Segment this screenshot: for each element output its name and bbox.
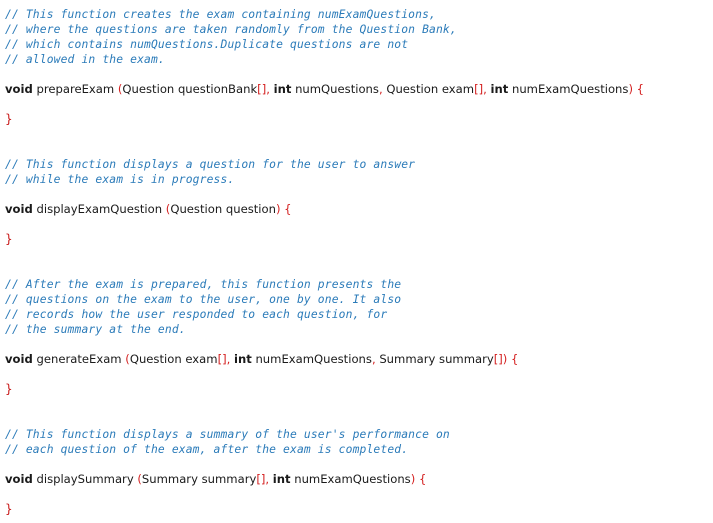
comment-line: // each question of the exam, after the … <box>5 443 409 456</box>
comment-line: // questions on the exam to the user, on… <box>5 293 402 306</box>
param-name: question <box>225 202 276 216</box>
array-brackets: [] <box>257 82 267 96</box>
function-signature: void generateExam (Question exam[], int … <box>5 352 713 367</box>
function-name: generateExam <box>36 352 122 366</box>
comma: , <box>226 352 231 366</box>
param-name: exam <box>441 82 475 96</box>
array-brackets: [] <box>493 352 503 366</box>
param-name: numExamQuestions <box>294 472 411 486</box>
function-signature: void displayExamQuestion (Question quest… <box>5 202 713 217</box>
open-brace: { <box>418 472 427 486</box>
function-signature: void prepareExam (Question questionBank[… <box>5 82 713 97</box>
comma: , <box>483 82 487 96</box>
function-name: prepareExam <box>36 82 115 96</box>
return-type-keyword: void <box>5 202 33 216</box>
comma: , <box>378 82 383 96</box>
closing-brace-line: } <box>5 112 713 127</box>
param-name: exam <box>185 352 218 366</box>
comma: , <box>371 352 376 366</box>
function-block-prepareExam: // This function creates the exam contai… <box>5 7 713 127</box>
open-brace: { <box>511 352 519 366</box>
param-name: questionBank <box>177 82 258 96</box>
close-brace: } <box>5 382 13 396</box>
param-type: Question <box>122 82 175 96</box>
return-type-keyword: void <box>5 82 33 96</box>
comment-line: // This function displays a question for… <box>5 158 416 171</box>
return-type-keyword: void <box>5 472 33 486</box>
comment-line: // allowed in the exam. <box>5 53 165 66</box>
close-paren: ) <box>275 202 281 216</box>
param-name: numExamQuestions <box>255 352 372 366</box>
param-type: int <box>272 472 291 486</box>
param-type: Summary <box>379 352 436 366</box>
function-block-displaySummary: // This function displays a summary of t… <box>5 427 713 517</box>
function-block-displayExamQuestion: // This function displays a question for… <box>5 157 713 247</box>
function-name: displaySummary <box>36 472 134 486</box>
close-brace: } <box>5 232 13 246</box>
close-brace: } <box>5 112 13 126</box>
param-type: int <box>233 352 252 366</box>
param-name: numExamQuestions <box>511 82 629 96</box>
comment-line: // where the questions are taken randoml… <box>5 23 457 36</box>
param-type: Question <box>386 82 439 96</box>
array-brackets: [] <box>217 352 227 366</box>
comment-line: // This function creates the exam contai… <box>5 8 436 21</box>
comma: , <box>266 82 270 96</box>
param-type: int <box>273 82 292 96</box>
param-type: Question <box>170 202 223 216</box>
close-brace: } <box>5 502 13 516</box>
closing-brace-line: } <box>5 232 713 247</box>
param-type: Question <box>129 352 182 366</box>
function-block-generateExam: // After the exam is prepared, this func… <box>5 277 713 397</box>
close-paren: ) <box>502 352 508 366</box>
code-editor[interactable]: // This function creates the exam contai… <box>5 7 713 517</box>
open-brace: { <box>284 202 292 216</box>
comma: , <box>265 472 270 486</box>
open-brace: { <box>636 82 645 96</box>
param-type: int <box>490 82 509 96</box>
comment-line: // which contains numQuestions.Duplicate… <box>5 38 409 51</box>
array-brackets: [] <box>474 82 484 96</box>
comment-line: // while the exam is in progress. <box>5 173 235 186</box>
function-signature: void displaySummary (Summary summary[], … <box>5 472 713 487</box>
param-name: numQuestions <box>295 82 379 96</box>
closing-brace-line: } <box>5 502 713 517</box>
return-type-keyword: void <box>5 352 33 366</box>
comment-line: // records how the user responded to eac… <box>5 308 388 321</box>
comment-line: // the summary at the end. <box>5 323 186 336</box>
function-name: displayExamQuestion <box>36 202 163 216</box>
closing-brace-line: } <box>5 382 713 397</box>
comment-line: // This function displays a summary of t… <box>5 428 450 441</box>
comment-line: // After the exam is prepared, this func… <box>5 278 402 291</box>
param-type: Summary <box>141 472 198 486</box>
param-name: summary <box>439 352 494 366</box>
close-paren: ) <box>628 82 633 96</box>
close-paren: ) <box>410 472 416 486</box>
param-name: summary <box>201 472 257 486</box>
